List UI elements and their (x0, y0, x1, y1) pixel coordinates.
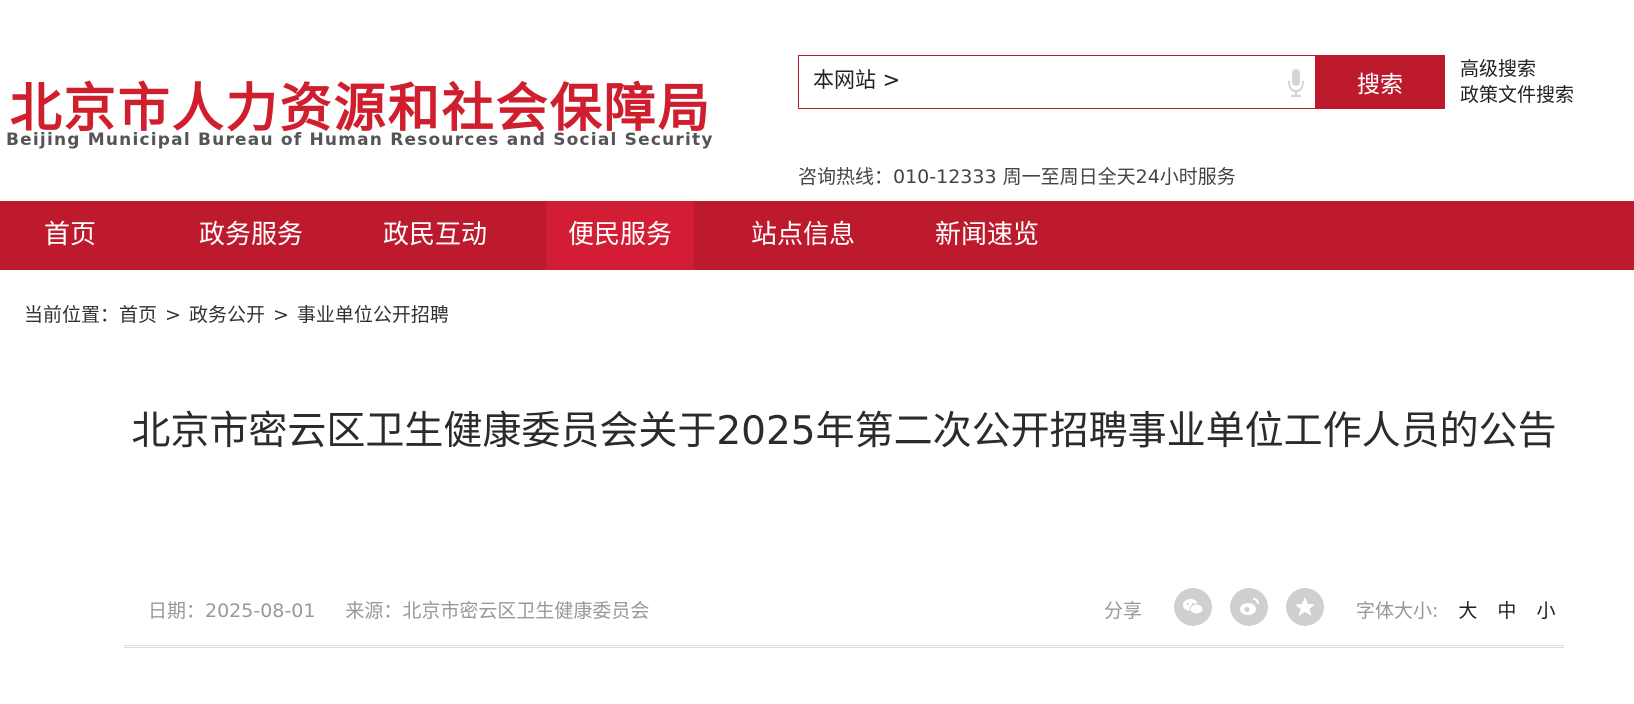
article-title: 北京市密云区卫生健康委员会关于2025年第二次公开招聘事业单位工作人员的公告 (131, 409, 1557, 454)
policy-search-link[interactable]: 政策文件搜索 (1460, 82, 1574, 108)
font-size-small[interactable]: 小 (1536, 600, 1555, 622)
main-nav: 首页 政务服务 政民互动 便民服务 站点信息 新闻速览 (0, 201, 1634, 270)
nav-item-convenience[interactable]: 便民服务 (546, 201, 694, 270)
search-scope-selector[interactable]: 本网站 > (813, 64, 900, 94)
meta-divider (124, 645, 1564, 648)
article-source: 来源：北京市密云区卫生健康委员会 (345, 600, 650, 622)
weibo-share-icon[interactable] (1230, 588, 1268, 626)
article-date: 日期：2025-08-01 (148, 600, 316, 622)
favorite-star-icon[interactable] (1286, 588, 1324, 626)
breadcrumb: 当前位置：首页 > 政务公开 > 事业单位公开招聘 (24, 300, 449, 327)
font-size-large[interactable]: 大 (1458, 600, 1477, 622)
search-button[interactable]: 搜索 (1315, 55, 1445, 109)
site-logo-en: Beijing Municipal Bureau of Human Resour… (6, 130, 714, 150)
search-box: 本网站 > (798, 55, 1316, 109)
breadcrumb-home[interactable]: 首页 (119, 304, 157, 326)
wechat-share-icon[interactable] (1174, 588, 1212, 626)
nav-item-home[interactable]: 首页 (0, 201, 140, 270)
site-header: 北京市人力资源和社会保障局 Beijing Municipal Bureau o… (0, 0, 1634, 200)
breadcrumb-separator: > (165, 304, 181, 326)
font-size-label: 字体大小: (1356, 600, 1439, 622)
breadcrumb-recruitment[interactable]: 事业单位公开招聘 (297, 304, 449, 326)
font-size-control: 字体大小: 大中小 (1356, 596, 1555, 623)
advanced-search-links: 高级搜索 政策文件搜索 (1460, 56, 1574, 108)
nav-item-interaction[interactable]: 政民互动 (362, 201, 508, 270)
hotline-text: 咨询热线：010-12333 周一至周日全天24小时服务 (798, 166, 1236, 188)
font-size-medium[interactable]: 中 (1497, 600, 1516, 622)
nav-item-gov-services[interactable]: 政务服务 (178, 201, 324, 270)
advanced-search-link[interactable]: 高级搜索 (1460, 56, 1574, 82)
search-area: 本网站 > 搜索 (798, 55, 1446, 109)
share-label: 分享 (1104, 600, 1143, 622)
microphone-icon[interactable] (1287, 68, 1305, 98)
article-meta: 日期：2025-08-01 来源：北京市密云区卫生健康委员会 (148, 596, 649, 623)
nav-item-site-info[interactable]: 站点信息 (730, 201, 876, 270)
search-input[interactable] (909, 62, 1269, 102)
nav-item-news[interactable]: 新闻速览 (914, 201, 1060, 270)
breadcrumb-separator: > (272, 304, 289, 326)
breadcrumb-prefix: 当前位置： (24, 304, 120, 326)
breadcrumb-gov-affairs[interactable]: 政务公开 (189, 304, 265, 326)
